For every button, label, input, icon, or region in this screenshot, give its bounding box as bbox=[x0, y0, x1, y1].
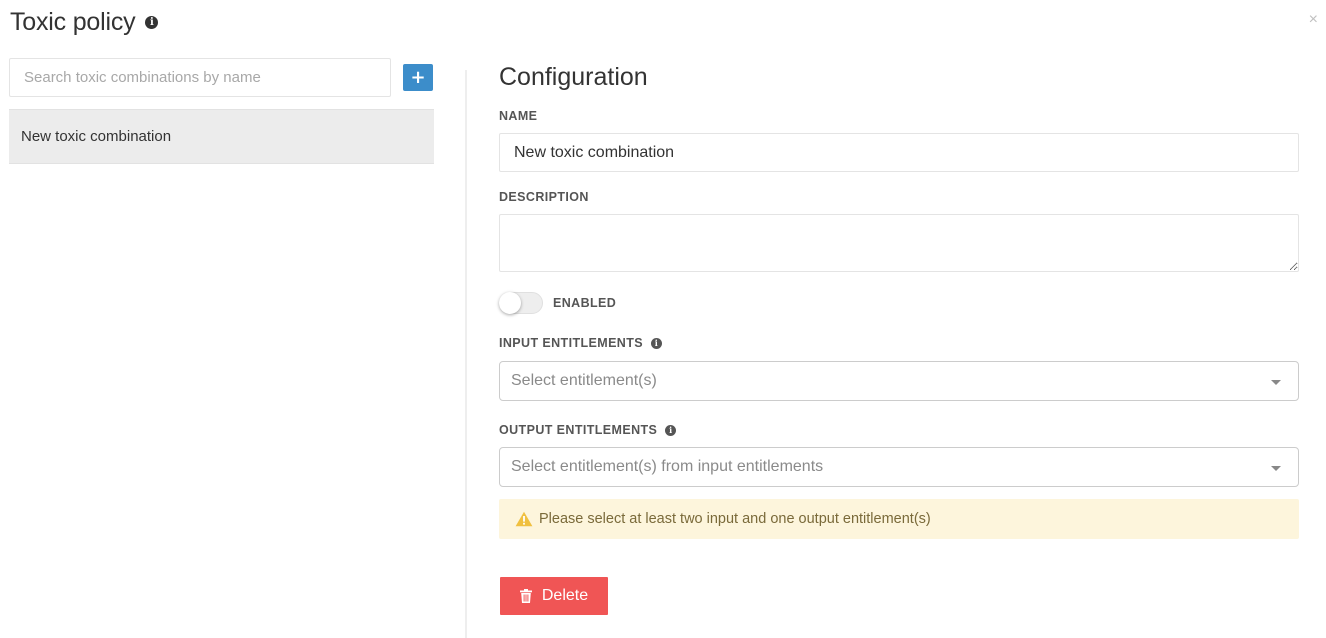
name-label-text: NAME bbox=[499, 109, 538, 123]
output-entitlements-label: OUTPUT ENTITLEMENTS i bbox=[499, 423, 677, 437]
warning-alert: Please select at least two input and one… bbox=[499, 499, 1299, 539]
info-icon[interactable]: i bbox=[145, 16, 159, 29]
name-label: NAME bbox=[499, 109, 537, 123]
enabled-label: ENABLED bbox=[553, 296, 617, 310]
modal-header: Toxic policy i bbox=[10, 8, 159, 37]
panel-divider bbox=[465, 70, 467, 638]
close-icon[interactable]: × bbox=[1309, 12, 1318, 28]
add-combination-button[interactable]: + bbox=[403, 64, 433, 91]
toggle-knob bbox=[499, 292, 521, 314]
description-label-text: DESCRIPTION bbox=[499, 190, 589, 204]
description-field[interactable] bbox=[499, 214, 1299, 272]
enabled-row: ENABLED bbox=[499, 292, 616, 314]
trash-icon bbox=[519, 589, 532, 603]
select-placeholder: Select entitlement(s) bbox=[511, 372, 657, 389]
section-title: Configuration bbox=[499, 63, 648, 91]
toxic-policy-modal: Toxic policy i × + New toxic combination… bbox=[0, 0, 1326, 638]
select-placeholder: Select entitlement(s) from input entitle… bbox=[511, 458, 824, 475]
list-item[interactable]: New toxic combination bbox=[9, 109, 434, 164]
input-entitlements-label-text: INPUT ENTITLEMENTS bbox=[499, 336, 644, 350]
info-icon[interactable]: i bbox=[651, 337, 663, 349]
output-entitlements-label-text: OUTPUT ENTITLEMENTS bbox=[499, 423, 658, 437]
chevron-down-icon bbox=[1271, 466, 1281, 471]
page-title: Toxic policy bbox=[10, 8, 136, 36]
description-label: DESCRIPTION bbox=[499, 190, 589, 204]
warning-icon bbox=[515, 511, 533, 527]
chevron-down-icon bbox=[1271, 380, 1281, 385]
enabled-toggle[interactable] bbox=[499, 292, 543, 314]
delete-label: Delete bbox=[541, 587, 589, 604]
warning-text: Please select at least two input and one… bbox=[539, 511, 931, 527]
combination-list: New toxic combination bbox=[9, 109, 434, 164]
search-input[interactable] bbox=[9, 58, 391, 97]
input-entitlements-label: INPUT ENTITLEMENTS i bbox=[499, 336, 663, 350]
output-entitlements-select[interactable]: Select entitlement(s) from input entitle… bbox=[499, 447, 1299, 487]
name-field[interactable] bbox=[499, 133, 1299, 172]
delete-button[interactable]: Delete bbox=[500, 577, 608, 615]
info-icon[interactable]: i bbox=[665, 424, 677, 436]
list-item-label: New toxic combination bbox=[21, 128, 172, 145]
input-entitlements-select[interactable]: Select entitlement(s) bbox=[499, 361, 1299, 401]
